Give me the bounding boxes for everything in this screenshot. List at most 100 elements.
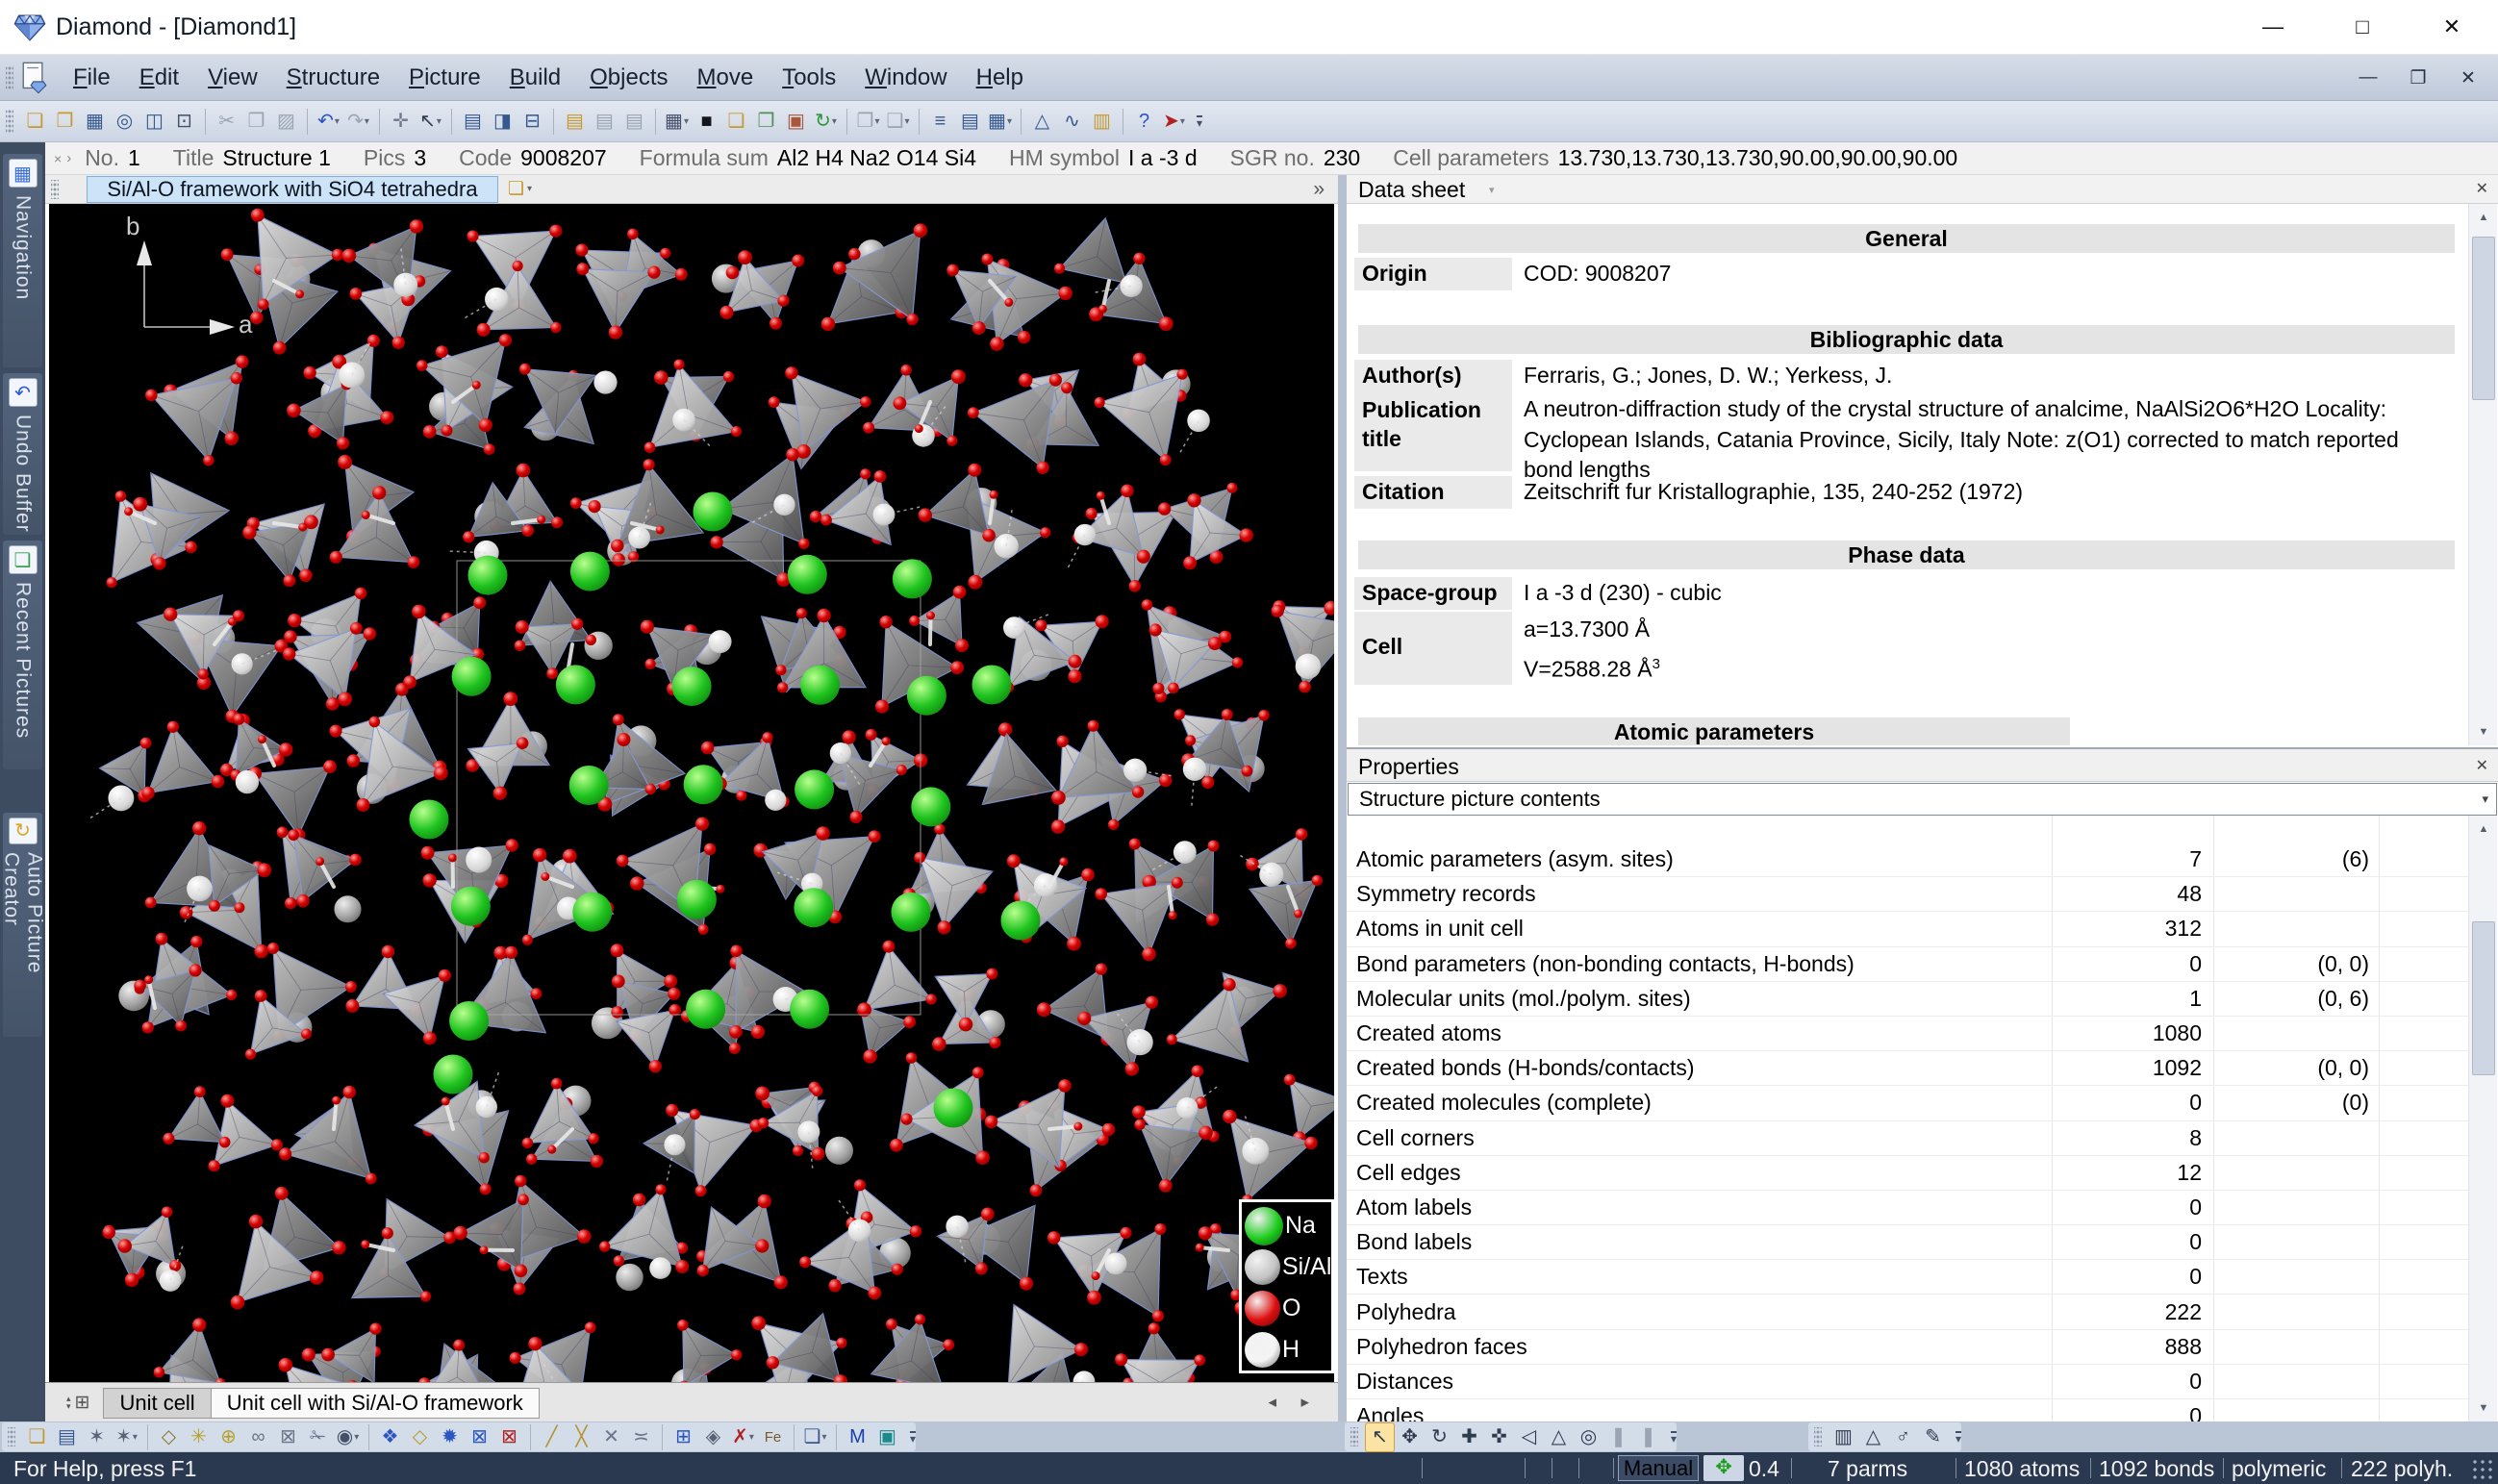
table-picture-icon[interactable]: ▤ <box>560 107 590 137</box>
table-row[interactable]: Bond labels0 <box>1347 1225 2468 1260</box>
help-icon[interactable]: ? <box>1129 107 1159 137</box>
toolbar-overflow-icon[interactable]: ▾ <box>1956 1431 1961 1444</box>
dropdown-arrow-icon[interactable]: ▾ <box>335 116 340 127</box>
table-row[interactable]: Atomic parameters (asym. sites)7(6) <box>1347 843 2468 877</box>
picture-tab-2[interactable]: Unit cell with Si/Al-O framework <box>212 1388 540 1419</box>
data-sheet-menu-icon[interactable]: ▾ <box>1489 184 1495 196</box>
menu-picture[interactable]: Picture <box>394 55 495 101</box>
tab-structure-picture[interactable]: Si/Al-O framework with SiO4 tetrahedra <box>87 176 498 203</box>
histogram-icon[interactable]: ∿ <box>1057 107 1087 137</box>
table-view-icon[interactable]: ▦▾ <box>985 107 1015 137</box>
save-icon[interactable]: ▦ <box>80 107 110 137</box>
data-restore-view-icon[interactable]: ⊟ <box>517 107 547 137</box>
table-back-icon[interactable]: ▤ <box>590 107 619 137</box>
structure-viewport[interactable]: b a NaSi/AlOH <box>49 204 1334 1382</box>
status-mode-badge[interactable]: Manual <box>1618 1455 1699 1481</box>
tab-prev-icon[interactable]: ◂ <box>1268 1393 1276 1412</box>
toolbar-overflow-icon[interactable]: ▾ <box>910 1431 916 1444</box>
dropdown-arrow-icon[interactable]: ▾ <box>749 1432 754 1443</box>
picture-tab-1[interactable]: Unit cell <box>103 1388 211 1419</box>
list-view-icon[interactable]: ≡ <box>925 107 955 137</box>
table-row[interactable]: Polyhedra222 <box>1347 1295 2468 1329</box>
toolbar-overflow-icon[interactable]: ▾ <box>1197 115 1202 128</box>
resize-grip[interactable] <box>2471 1458 2494 1481</box>
mdi-restore-icon[interactable]: ❐ <box>2406 67 2431 89</box>
selector-dropdown-icon[interactable]: ▾ <box>2482 792 2488 807</box>
cell-edges-icon[interactable]: ⊞ <box>669 1422 698 1452</box>
new-picture-tab-icon[interactable]: ❏ <box>508 178 524 200</box>
scroll-down-icon[interactable]: ▼ <box>2469 1395 2498 1421</box>
move-mode-icon[interactable]: ✚ <box>1454 1422 1484 1452</box>
data-brief-view-icon[interactable]: ◨ <box>488 107 517 137</box>
minimize-button[interactable]: — <box>2245 0 2301 54</box>
menu-build[interactable]: Build <box>495 55 575 101</box>
sidebar-tab-undo-buffer[interactable]: ↶Undo Buffer <box>3 373 42 535</box>
measure-angle-icon[interactable]: △ <box>1858 1422 1888 1452</box>
dropdown-arrow-icon[interactable]: ▾ <box>832 116 837 127</box>
table-row[interactable]: Created bonds (H-bonds/contacts)1092(0, … <box>1347 1051 2468 1086</box>
menu-help[interactable]: Help <box>962 55 1038 101</box>
mdi-close-icon[interactable]: ✕ <box>2456 67 2481 89</box>
table-row[interactable]: Molecular units (mol./polym. sites)1(0, … <box>1347 982 2468 1017</box>
infobar-close-icon[interactable]: × <box>54 151 62 166</box>
print-preview-icon[interactable]: ◫ <box>139 107 169 137</box>
new-picture-dropdown-icon[interactable]: ▾ <box>527 184 532 194</box>
move-mode-icon[interactable]: ✥ <box>1703 1455 1744 1481</box>
dropdown-arrow-icon[interactable]: ▾ <box>874 116 879 127</box>
ring-outline-icon[interactable]: ◇ <box>405 1422 435 1452</box>
track-stop-icon[interactable]: ❚ <box>1633 1422 1663 1452</box>
menu-file[interactable]: File <box>59 55 125 101</box>
pan-icon[interactable]: ✛ <box>386 107 416 137</box>
vertical-splitter[interactable] <box>1338 175 1347 1421</box>
table-row[interactable]: Distances0 <box>1347 1365 2468 1399</box>
scrollbar-thumb[interactable] <box>2472 921 2495 1075</box>
dropdown-arrow-icon[interactable]: ▾ <box>365 116 369 127</box>
measure-distance-icon[interactable]: ▥ <box>1829 1422 1858 1452</box>
select-icon[interactable]: ↖▾ <box>416 107 445 137</box>
build-icon[interactable]: ✶ <box>82 1422 112 1452</box>
packing-icon[interactable]: ◉▾ <box>333 1422 363 1452</box>
infobar-collapse-icon[interactable]: › <box>66 150 71 166</box>
properties-selector[interactable]: Structure picture contents ▾ <box>1348 783 2497 816</box>
find-icon[interactable]: ◎ <box>110 107 139 137</box>
delete-polyhedra-icon[interactable]: ✗▾ <box>728 1422 758 1452</box>
bond-delete-icon[interactable]: ✕ <box>596 1422 626 1452</box>
add-atoms-icon[interactable]: ✳ <box>184 1422 214 1452</box>
more-tabs-icon[interactable]: » <box>1313 178 1325 201</box>
tabbar-drag-handle[interactable] <box>51 180 59 199</box>
dropdown-arrow-icon[interactable]: ▾ <box>1180 116 1185 127</box>
dropdown-arrow-icon[interactable]: ▾ <box>821 1432 826 1443</box>
picture-new-icon[interactable]: ❏ <box>22 1422 52 1452</box>
scroll-down-icon[interactable]: ▼ <box>2469 718 2498 745</box>
dropdown-arrow-icon[interactable]: ▾ <box>1007 116 1012 127</box>
dropdown-arrow-icon[interactable]: ▾ <box>437 116 442 127</box>
menu-structure[interactable]: Structure <box>272 55 394 101</box>
new-picture-icon[interactable]: ❏ <box>721 107 751 137</box>
table-row[interactable]: Atom labels0 <box>1347 1191 2468 1225</box>
menu-objects[interactable]: Objects <box>575 55 682 101</box>
build-settings-icon[interactable]: ✶▾ <box>112 1422 141 1452</box>
table-row[interactable]: Symmetry records48 <box>1347 877 2468 912</box>
bond-cross-icon[interactable]: ╳ <box>567 1422 596 1452</box>
transfer-icon[interactable]: ❐▾ <box>853 107 883 137</box>
orbit-mode-icon[interactable]: ✥ <box>1395 1422 1425 1452</box>
menubar-drag-handle[interactable] <box>6 65 13 90</box>
menu-edit[interactable]: Edit <box>125 55 193 101</box>
grid-icon[interactable]: ▦▾ <box>662 107 692 137</box>
cluster-icon[interactable]: ✹ <box>435 1422 465 1452</box>
picture-layout-icon[interactable]: ▣ <box>781 107 811 137</box>
copy-icon[interactable]: ❐ <box>241 107 271 137</box>
fill-cell-icon[interactable]: ⊠ <box>273 1422 303 1452</box>
scrollbar-thumb[interactable] <box>2472 237 2495 400</box>
dropdown-arrow-icon[interactable]: ▾ <box>684 116 689 127</box>
photo-icon[interactable]: ❏▾ <box>800 1422 830 1452</box>
diffraction-table-icon[interactable]: ▥ <box>1087 107 1117 137</box>
scroll-up-icon[interactable]: ▲ <box>2469 816 2498 843</box>
print-icon[interactable]: ⊡ <box>169 107 199 137</box>
scroll-up-icon[interactable]: ▲ <box>2469 204 2498 231</box>
dropdown-arrow-icon[interactable]: ▾ <box>904 116 909 127</box>
menu-move[interactable]: Move <box>683 55 769 101</box>
sidebar-tab-navigation[interactable]: ▦Navigation <box>3 154 42 367</box>
measure-edit-icon[interactable]: ✎ <box>1918 1422 1948 1452</box>
toolbar-overflow-icon[interactable]: ▾ <box>1671 1431 1677 1444</box>
